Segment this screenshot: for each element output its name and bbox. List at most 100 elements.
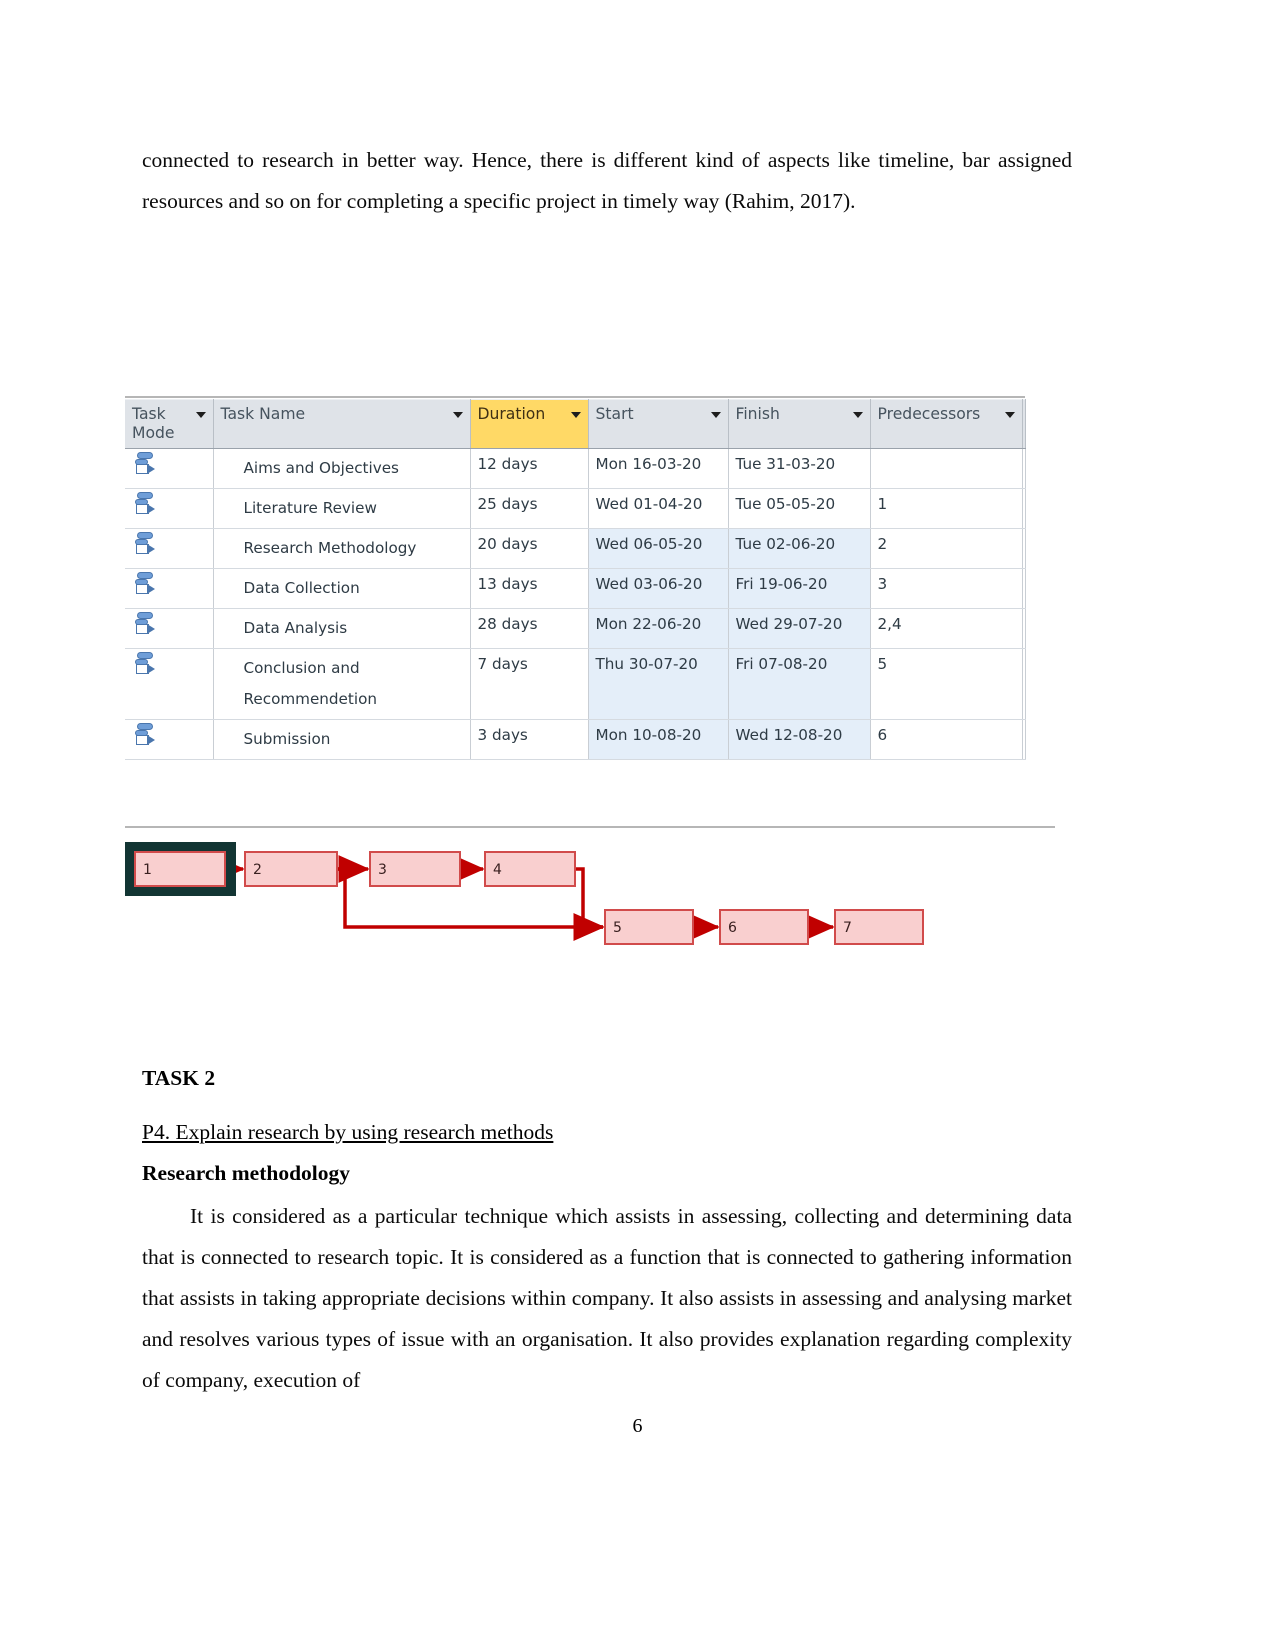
- column-header-label: Task Mode: [132, 405, 175, 442]
- cell-finish[interactable]: Tue 05-05-20: [728, 488, 871, 529]
- filter-dropdown-icon[interactable]: [1004, 412, 1015, 418]
- auto-schedule-icon[interactable]: [135, 531, 157, 557]
- cell-finish[interactable]: Tue 02-06-20: [728, 528, 871, 569]
- cell-duration[interactable]: 3 days: [470, 719, 589, 760]
- cell-task-name[interactable]: Data Collection: [213, 568, 471, 609]
- cell-start[interactable]: Thu 30-07-20: [588, 648, 729, 720]
- cell-predecessors[interactable]: 2,4: [870, 608, 1023, 649]
- paragraph-top: connected to research in better way. Hen…: [142, 148, 1072, 213]
- cell-duration[interactable]: 13 days: [470, 568, 589, 609]
- cell-overflow: [1022, 568, 1026, 609]
- network-node[interactable]: 6: [719, 909, 809, 945]
- node-label: 2: [253, 862, 262, 878]
- network-node[interactable]: 3: [369, 851, 461, 887]
- node-label: 1: [143, 862, 152, 878]
- column-header-start[interactable]: Start: [588, 399, 729, 449]
- cell-overflow: [1022, 528, 1026, 569]
- table-row[interactable]: Submission 3 days Mon 10-08-20 Wed 12-08-20…: [125, 719, 1026, 760]
- table-row[interactable]: Literature Review 25 days Wed 01-04-20 Tue …: [125, 488, 1026, 529]
- page-number: 6: [632, 1415, 643, 1437]
- auto-schedule-icon[interactable]: [135, 451, 157, 477]
- cell-duration[interactable]: 12 days: [470, 448, 589, 489]
- column-header-label: Start: [595, 405, 634, 423]
- filter-dropdown-icon[interactable]: [570, 412, 581, 418]
- cell-task-name[interactable]: Research Methodology: [213, 528, 471, 569]
- cell-task-name[interactable]: Submission: [213, 719, 471, 760]
- cell-overflow: [1022, 488, 1026, 529]
- cell-predecessors[interactable]: 2: [870, 528, 1023, 569]
- table-row[interactable]: Conclusion and Recommendetion 7 days Thu 3…: [125, 648, 1026, 720]
- cell-task-name[interactable]: Aims and Objectives: [213, 448, 471, 489]
- filter-dropdown-icon[interactable]: [452, 412, 463, 418]
- cell-task-mode[interactable]: [125, 568, 214, 609]
- cell-task-mode[interactable]: [125, 488, 214, 529]
- cell-finish[interactable]: Fri 19-06-20: [728, 568, 871, 609]
- filter-dropdown-icon[interactable]: [852, 412, 863, 418]
- auto-schedule-icon[interactable]: [135, 571, 157, 597]
- gantt-table-body: Aims and Objectives 12 days Mon 16-03-20 Tu…: [125, 448, 1026, 760]
- network-node[interactable]: 1: [125, 842, 236, 896]
- cell-duration[interactable]: 20 days: [470, 528, 589, 569]
- cell-predecessors[interactable]: 1: [870, 488, 1023, 529]
- node-label: 5: [613, 920, 622, 936]
- cell-task-name[interactable]: Conclusion and Recommendetion: [213, 648, 471, 720]
- cell-start[interactable]: Mon 10-08-20: [588, 719, 729, 760]
- auto-schedule-icon[interactable]: [135, 722, 157, 748]
- cell-task-mode[interactable]: [125, 528, 214, 569]
- column-header-finish[interactable]: Finish: [728, 399, 871, 449]
- network-node[interactable]: 7: [834, 909, 924, 945]
- auto-schedule-icon[interactable]: [135, 491, 157, 517]
- cell-predecessors[interactable]: 3: [870, 568, 1023, 609]
- cell-duration[interactable]: 25 days: [470, 488, 589, 529]
- subheading-p4: P4. Explain research by using research m…: [142, 1120, 554, 1144]
- cell-finish[interactable]: Wed 12-08-20: [728, 719, 871, 760]
- column-header-task-mode[interactable]: Task Mode: [125, 399, 214, 449]
- table-row[interactable]: Data Analysis 28 days Mon 22-06-20 Wed 29-0…: [125, 608, 1026, 649]
- node-label: 6: [728, 920, 737, 936]
- cell-predecessors[interactable]: 5: [870, 648, 1023, 720]
- node-label: 7: [843, 920, 852, 936]
- network-edge: [573, 867, 605, 941]
- cell-start[interactable]: Wed 01-04-20: [588, 488, 729, 529]
- node-label: 3: [378, 862, 387, 878]
- column-header-overflow: [1022, 399, 1026, 449]
- subheading-research-methodology: Research methodology: [142, 1161, 351, 1185]
- cell-task-mode[interactable]: [125, 608, 214, 649]
- cell-task-name[interactable]: Literature Review: [213, 488, 471, 529]
- column-header-predecessors[interactable]: Predecessors: [870, 399, 1023, 449]
- table-row[interactable]: Aims and Objectives 12 days Mon 16-03-20 Tu…: [125, 448, 1026, 489]
- column-header-label: Duration: [477, 405, 546, 423]
- cell-duration[interactable]: 28 days: [470, 608, 589, 649]
- network-node[interactable]: 4: [484, 851, 576, 887]
- cell-task-name[interactable]: Data Analysis: [213, 608, 471, 649]
- column-header-task-name[interactable]: Task Name: [213, 399, 471, 449]
- table-header-row: Task Mode Task Name Duration Start Finis…: [125, 399, 1026, 449]
- cell-finish[interactable]: Wed 29-07-20: [728, 608, 871, 649]
- cell-overflow: [1022, 719, 1026, 760]
- network-node[interactable]: 5: [604, 909, 694, 945]
- cell-task-mode[interactable]: [125, 448, 214, 489]
- cell-start[interactable]: Mon 16-03-20: [588, 448, 729, 489]
- cell-duration[interactable]: 7 days: [470, 648, 589, 720]
- column-header-label: Task Name: [220, 405, 306, 423]
- cell-start[interactable]: Wed 06-05-20: [588, 528, 729, 569]
- cell-finish[interactable]: Fri 07-08-20: [728, 648, 871, 720]
- cell-finish[interactable]: Tue 31-03-20: [728, 448, 871, 489]
- cell-task-mode[interactable]: [125, 719, 214, 760]
- cell-predecessors[interactable]: 6: [870, 719, 1023, 760]
- filter-dropdown-icon[interactable]: [195, 412, 206, 418]
- table-row[interactable]: Research Methodology 20 days Wed 06-05-20 T…: [125, 528, 1026, 569]
- network-node[interactable]: 2: [244, 851, 338, 887]
- filter-dropdown-icon[interactable]: [710, 412, 721, 418]
- cell-overflow: [1022, 648, 1026, 720]
- gantt-table-screenshot: Task Mode Task Name Duration Start Finis…: [125, 396, 1026, 760]
- cell-predecessors[interactable]: [870, 448, 1023, 489]
- table-row[interactable]: Data Collection 13 days Wed 03-06-20 Fri 19…: [125, 568, 1026, 609]
- auto-schedule-icon[interactable]: [135, 651, 157, 677]
- document-page: connected to research in better way. Hen…: [0, 0, 1275, 1650]
- cell-task-mode[interactable]: [125, 648, 214, 720]
- column-header-duration[interactable]: Duration: [470, 399, 589, 449]
- cell-start[interactable]: Wed 03-06-20: [588, 568, 729, 609]
- cell-start[interactable]: Mon 22-06-20: [588, 608, 729, 649]
- auto-schedule-icon[interactable]: [135, 611, 157, 637]
